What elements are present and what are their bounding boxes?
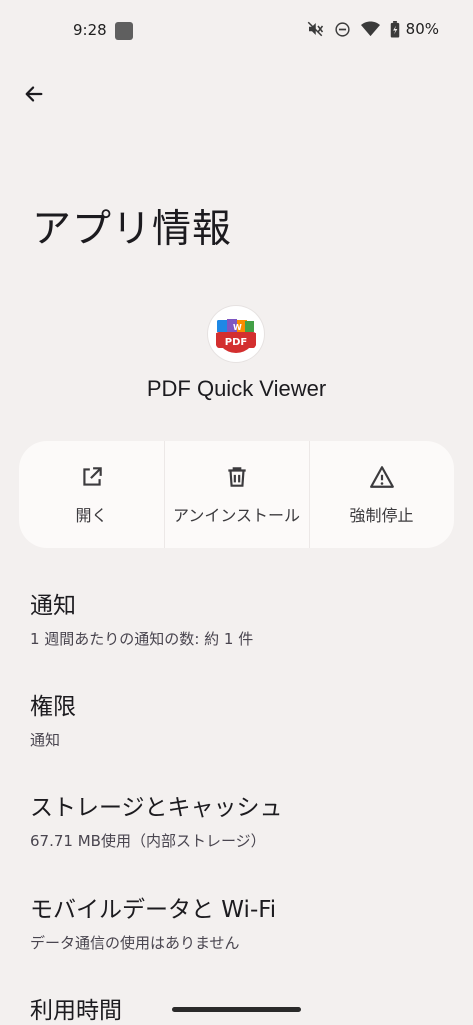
action-card: 開く アンインストール 強制停止 — [19, 441, 454, 548]
do-not-disturb-icon — [334, 21, 351, 38]
setting-subtitle: データ通信の使用はありません — [30, 934, 240, 952]
app-icon: W PDF — [208, 306, 264, 362]
uninstall-button[interactable]: アンインストール — [164, 441, 309, 548]
uninstall-label: アンインストール — [172, 505, 301, 525]
gesture-nav-handle[interactable] — [172, 1007, 301, 1012]
status-icons: 80% — [306, 20, 439, 38]
setting-title: 権限 — [30, 694, 76, 720]
setting-subtitle: 通知 — [30, 731, 61, 749]
setting-title: 通知 — [30, 593, 76, 619]
back-button[interactable] — [18, 78, 50, 110]
notification-app-icon — [115, 22, 133, 40]
mute-icon — [306, 20, 324, 38]
setting-title: モバイルデータと Wi-Fi — [30, 897, 277, 923]
status-time: 9:28 — [73, 21, 107, 39]
status-bar: 9:28 80% — [0, 0, 473, 62]
svg-text:W: W — [233, 323, 242, 332]
setting-permissions[interactable]: 権限 通知 — [30, 687, 450, 750]
setting-subtitle: 67.71 MB使用（内部ストレージ） — [30, 832, 266, 850]
setting-storage[interactable]: ストレージとキャッシュ 67.71 MB使用（内部ストレージ） — [30, 788, 450, 851]
app-name: PDF Quick Viewer — [146, 376, 327, 401]
page-title: アプリ情報 — [32, 207, 233, 252]
back-arrow-icon — [25, 86, 43, 102]
open-label: 開く — [75, 505, 108, 525]
setting-subtitle: 1 週間あたりの通知の数: 約 1 件 — [30, 630, 254, 648]
app-icon-label: PDF — [225, 337, 247, 348]
open-button[interactable]: 開く — [19, 441, 164, 548]
battery-icon — [390, 20, 400, 38]
trash-icon — [227, 466, 246, 487]
force-stop-label: 強制停止 — [349, 505, 414, 525]
open-external-icon — [82, 466, 102, 486]
setting-notifications[interactable]: 通知 1 週間あたりの通知の数: 約 1 件 — [30, 586, 450, 649]
force-stop-button[interactable]: 強制停止 — [309, 441, 454, 548]
warning-icon — [369, 465, 394, 488]
battery-percent: 80% — [405, 20, 439, 38]
setting-title: ストレージとキャッシュ — [30, 795, 283, 821]
setting-mobile-data[interactable]: モバイルデータと Wi-Fi データ通信の使用はありません — [30, 890, 450, 953]
wifi-icon — [360, 21, 380, 37]
